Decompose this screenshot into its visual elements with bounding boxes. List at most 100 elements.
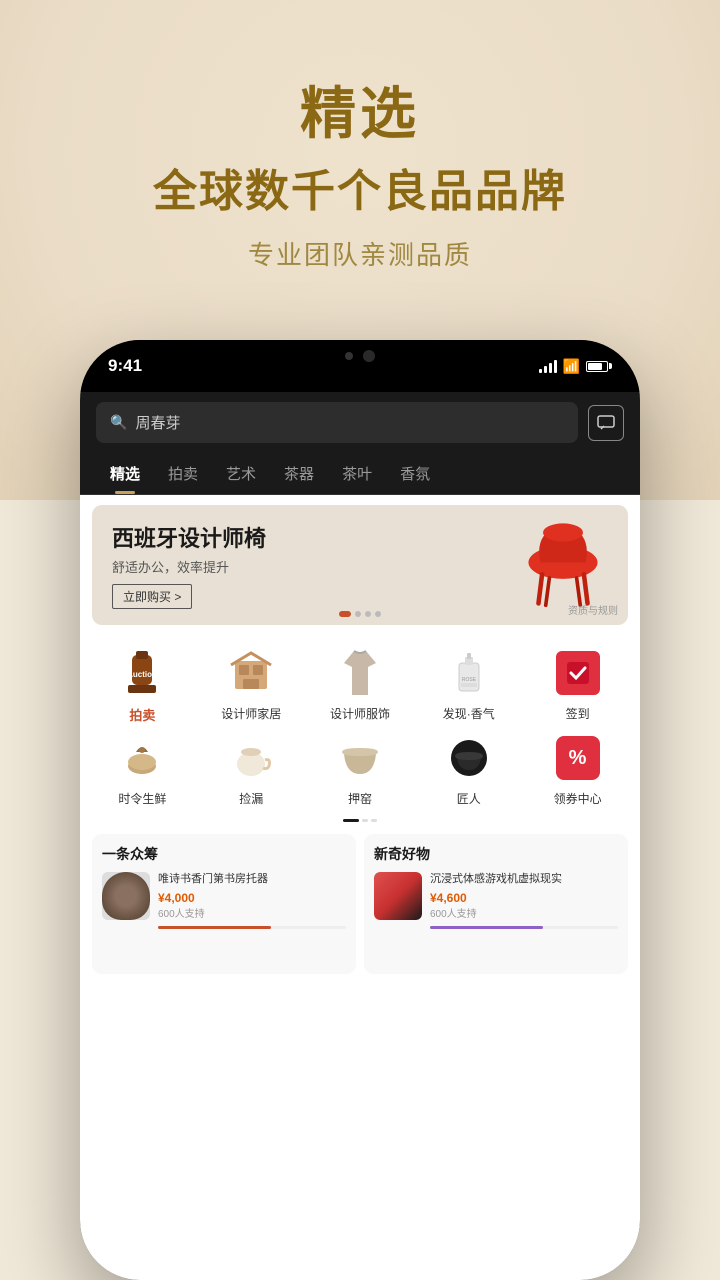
tab-yishu[interactable]: 艺术 [212, 453, 270, 494]
tab-chaqi[interactable]: 茶器 [270, 453, 328, 494]
crowdfunding-product-price: ¥4,000 [158, 891, 346, 905]
message-icon-button[interactable] [588, 405, 624, 441]
headline-desc: 专业团队亲测品质 [0, 235, 720, 272]
nav-tabs: 精选 拍卖 艺术 茶器 茶叶 香氛 [80, 453, 640, 495]
clothes-icon-box [334, 647, 386, 699]
designer-clothes-icon [338, 647, 382, 699]
novelty-title: 新奇好物 [374, 844, 618, 864]
coupon-percent-icon: % [556, 736, 600, 780]
banner-text: 西班牙设计师椅 舒适办公，效率提升 立即购买 > [92, 505, 286, 625]
category-coupon[interactable]: % 领券中心 [523, 732, 632, 807]
category-craftsman[interactable]: 匠人 [414, 732, 523, 807]
crowdfunding-product-name: 唯诗书香门第书房托器 [158, 872, 346, 887]
search-bar-area: 🔍 周春芽 [80, 392, 640, 453]
tab-paimai[interactable]: 拍卖 [154, 453, 212, 494]
crowdfunding-product-info: 唯诗书香门第书房托器 ¥4,000 600人支持 [158, 872, 346, 929]
category-bargain[interactable]: 捡漏 [197, 732, 306, 807]
category-checkin[interactable]: 签到 [523, 647, 632, 724]
crowdfunding-title: 一条众筹 [102, 844, 346, 864]
category-row-2: 时令生鲜 捡漏 [80, 728, 640, 815]
camera-hole [363, 350, 375, 362]
tab-chaye[interactable]: 茶叶 [328, 453, 386, 494]
category-checkin-label: 签到 [566, 705, 590, 722]
search-icon: 🔍 [110, 414, 127, 431]
craftsman-icon-box [443, 732, 495, 784]
category-fresh[interactable]: 时令生鲜 [88, 732, 197, 807]
banner-title: 西班牙设计师椅 [112, 521, 266, 553]
banner-subtitle: 舒适办公，效率提升 [112, 557, 266, 576]
status-time: 9:41 [108, 356, 142, 376]
category-craftsman-label: 匠人 [457, 790, 481, 807]
signal-icon [539, 359, 557, 373]
home-icon-box [225, 647, 277, 699]
phone-content: 🔍 周春芽 精选 拍卖 艺术 茶器 茶叶 香氛 西班牙设计师椅 舒适办公，效率 [80, 392, 640, 1280]
category-clothes-label: 设计师服饰 [330, 705, 390, 722]
bottom-sections: 一条众筹 唯诗书香门第书房托器 ¥4,000 600人支持 [80, 826, 640, 982]
battery-icon [586, 361, 612, 372]
category-fresh-label: 时令生鲜 [118, 790, 166, 807]
banner-buy-button[interactable]: 立即购买 > [112, 584, 192, 609]
tab-jingxuan[interactable]: 精选 [96, 453, 154, 494]
novelty-progress-fill [430, 926, 543, 929]
category-perfume[interactable]: ROSE 发现·香气 [414, 647, 523, 724]
banner[interactable]: 西班牙设计师椅 舒适办公，效率提升 立即购买 > [92, 505, 628, 625]
fresh-icon-box [116, 732, 168, 784]
crowdfunding-progress-bar [158, 926, 346, 929]
banner-dots [339, 611, 381, 617]
bowl-kiln-icon [336, 738, 384, 778]
notch [280, 340, 440, 372]
crowdfunding-section[interactable]: 一条众筹 唯诗书香门第书房托器 ¥4,000 600人支持 [92, 834, 356, 974]
craftsman-bowl-icon [449, 738, 489, 778]
novelty-product-name: 沉浸式体感游戏机虚拟现实 [430, 872, 618, 887]
search-input[interactable]: 🔍 周春芽 [96, 402, 578, 443]
teapot-icon [227, 734, 275, 782]
novelty-product[interactable]: 沉浸式体感游戏机虚拟现实 ¥4,600 600人支持 [374, 872, 618, 929]
novelty-progress-bar [430, 926, 618, 929]
novelty-section[interactable]: 新奇好物 沉浸式体感游戏机虚拟现实 ¥4,600 600人支持 [364, 834, 628, 974]
status-bar: 9:41 📶 [80, 340, 640, 392]
checkin-icon-box [552, 647, 604, 699]
tab-xiangfen[interactable]: 香氛 [386, 453, 444, 494]
category-home[interactable]: 设计师家居 [197, 647, 306, 724]
designer-home-icon [227, 649, 275, 697]
category-bargain-label: 捡漏 [239, 790, 263, 807]
coupon-icon-box: % [552, 732, 604, 784]
auction-icon-box: Auction [116, 647, 168, 699]
mic-hole [345, 352, 353, 360]
header-section: 精选 全球数千个良品品牌 专业团队亲测品质 [0, 0, 720, 272]
perfume-icon: ROSE [451, 647, 487, 699]
category-perfume-label: 发现·香气 [443, 705, 495, 722]
crowdfunding-progress-fill [158, 926, 271, 929]
category-row-1: Auction 拍卖 设计师家居 [80, 635, 640, 728]
crowdfunding-support-count: 600人支持 [158, 905, 346, 920]
category-auction-label: 拍卖 [129, 705, 155, 724]
phone-mockup: 9:41 📶 🔍 周春芽 [80, 340, 640, 1280]
category-coupon-label: 领券中心 [554, 790, 602, 807]
novelty-product-image [374, 872, 422, 920]
novelty-product-price: ¥4,600 [430, 891, 618, 905]
auction-bottle-icon: Auction [118, 647, 166, 699]
category-kiln[interactable]: 押窑 [306, 732, 415, 807]
svg-text:Auction: Auction [128, 670, 158, 679]
crowdfunding-product[interactable]: 唯诗书香门第书房托器 ¥4,000 600人支持 [102, 872, 346, 929]
wifi-icon: 📶 [563, 358, 580, 375]
category-home-label: 设计师家居 [221, 705, 281, 722]
banner-rules-link[interactable]: 资质与规则 [568, 602, 618, 617]
category-kiln-label: 押窑 [348, 790, 372, 807]
novelty-support-count: 600人支持 [430, 905, 618, 920]
scroll-indicator [80, 819, 640, 822]
svg-text:ROSE: ROSE [462, 677, 477, 683]
checkin-checkmark-icon [565, 660, 591, 686]
perfume-icon-box: ROSE [443, 647, 495, 699]
message-icon [597, 415, 615, 431]
fresh-food-icon [118, 734, 166, 782]
headline-main: 精选 [0, 80, 720, 147]
crowdfunding-product-image [102, 872, 150, 920]
novelty-product-info: 沉浸式体感游戏机虚拟现实 ¥4,600 600人支持 [430, 872, 618, 929]
search-text: 周春芽 [135, 412, 180, 433]
category-clothes[interactable]: 设计师服饰 [306, 647, 415, 724]
category-auction[interactable]: Auction 拍卖 [88, 647, 197, 724]
bargain-icon-box [225, 732, 277, 784]
headline-sub: 全球数千个良品品牌 [0, 155, 720, 219]
kiln-icon-box [334, 732, 386, 784]
